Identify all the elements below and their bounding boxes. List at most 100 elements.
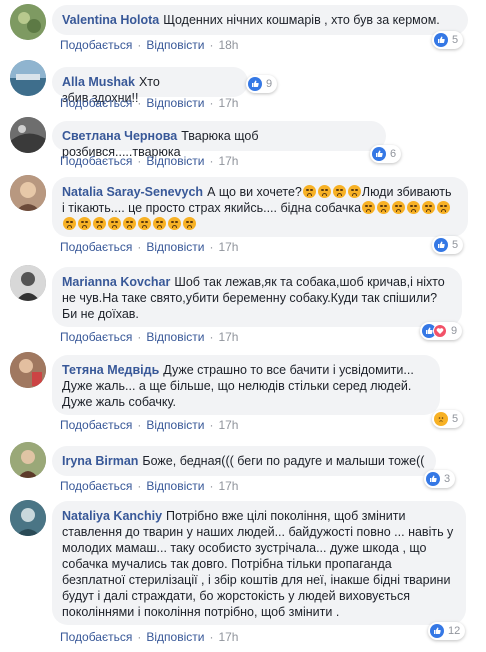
reactions-badge[interactable]: 9 [246, 75, 278, 93]
like-button[interactable]: Подобається [60, 330, 132, 344]
separator: · [137, 240, 142, 254]
comment-timestamp[interactable]: 17h [218, 154, 238, 168]
crying-emoji-icon [123, 217, 136, 230]
separator: · [137, 630, 142, 644]
comment-actions: Подобається · Відповісти · 17h [60, 479, 238, 493]
comment-author[interactable]: Светлана Чернова [62, 129, 177, 143]
avatar-image [10, 352, 46, 388]
comment-bubble: Valentina Holota Щоденних нічних кошмарів… [52, 5, 468, 35]
comment-actions: Подобається · Відповісти · 17h [60, 330, 238, 344]
reply-button[interactable]: Відповісти [146, 418, 204, 432]
avatar[interactable] [10, 117, 46, 153]
like-icon [372, 147, 386, 161]
comment-timestamp[interactable]: 17h [218, 96, 238, 110]
crying-emoji-icon [362, 201, 376, 214]
reactions-badge[interactable]: 5 [432, 31, 464, 49]
comment-timestamp[interactable]: 17h [218, 330, 238, 344]
reactions-count: 12 [448, 625, 461, 637]
avatar-image [10, 117, 46, 153]
comment-bubble: Marianna Kovchar Шоб так лежав,як та соба… [52, 267, 462, 327]
reply-button[interactable]: Відповісти [146, 38, 204, 52]
avatar[interactable] [10, 4, 46, 40]
comment-author[interactable]: Valentina Holota [62, 13, 159, 27]
avatar-image [10, 265, 46, 301]
separator: · [209, 418, 214, 432]
reactions-badge[interactable]: 9 [420, 322, 463, 340]
crying-emoji-icon [168, 217, 181, 230]
avatar-image [10, 4, 46, 40]
comment-author[interactable]: Alla Mushak [62, 75, 135, 89]
crying-emoji-icon [302, 185, 316, 198]
comment-author[interactable]: Iryna Birman [62, 454, 138, 468]
crying-emoji-icon [108, 217, 121, 230]
crying-emoji-icon [63, 217, 76, 230]
comment-bubble: Nataliya Kanchiy Потрібно вже цілі поколі… [52, 501, 466, 625]
separator: · [209, 330, 214, 344]
comment-text: Щоденних нічних кошмарів , хто був за ке… [163, 13, 440, 27]
separator: · [209, 240, 214, 254]
crying-emoji-icon [347, 185, 361, 198]
crying-emoji-icon [407, 201, 421, 214]
comment-timestamp[interactable]: 17h [218, 630, 238, 644]
comment-actions: Подобається · Відповісти · 17h [60, 630, 238, 644]
avatar[interactable] [10, 500, 46, 536]
reply-button[interactable]: Відповісти [146, 330, 204, 344]
avatar[interactable] [10, 442, 46, 478]
comment-timestamp[interactable]: 17h [218, 240, 238, 254]
reply-button[interactable]: Відповісти [146, 479, 204, 493]
avatar[interactable] [10, 265, 46, 301]
reply-button[interactable]: Відповісти [146, 240, 204, 254]
avatar-image [10, 500, 46, 536]
reply-button[interactable]: Відповісти [146, 630, 204, 644]
comment-timestamp[interactable]: 17h [218, 479, 238, 493]
comment-bubble: Natalia Saray-Senevych А що ви хочете? Люд… [52, 177, 468, 237]
like-button[interactable]: Подобається [60, 240, 132, 254]
comment-author[interactable]: Natalia Saray-Senevych [62, 185, 203, 199]
avatar[interactable] [10, 175, 46, 211]
like-button[interactable]: Подобається [60, 418, 132, 432]
avatar[interactable] [10, 60, 46, 96]
like-button[interactable]: Подобається [60, 154, 132, 168]
reactions-badge[interactable]: 12 [428, 622, 466, 640]
crying-emoji-icon [377, 201, 391, 214]
separator: · [137, 154, 142, 168]
comment-actions: Подобається · Відповісти · 17h [60, 154, 238, 168]
crying-emoji-icon [93, 217, 106, 230]
reactions-count: 9 [266, 78, 273, 90]
reply-button[interactable]: Відповісти [146, 154, 204, 168]
reactions-badge[interactable]: 5 [432, 410, 464, 428]
separator: · [137, 479, 142, 493]
separator: · [209, 479, 214, 493]
comment-author[interactable]: Marianna Kovchar [62, 275, 170, 289]
like-button[interactable]: Подобається [60, 630, 132, 644]
reactions-count: 5 [452, 239, 459, 251]
comment-actions: Подобається · Відповісти · 17h [60, 96, 238, 110]
crying-emoji-icon [332, 185, 346, 198]
reactions-badge[interactable]: 5 [432, 236, 464, 254]
comment-author[interactable]: Nataliya Kanchiy [62, 509, 162, 523]
sad-reaction-icon [434, 412, 448, 426]
comment-bubble: Тетяна Медвідь Дуже страшно то все бачити… [52, 355, 440, 415]
like-button[interactable]: Подобається [60, 38, 132, 52]
reactions-count: 9 [451, 325, 458, 337]
separator: · [209, 630, 214, 644]
reactions-badge[interactable]: 6 [370, 145, 402, 163]
like-button[interactable]: Подобається [60, 96, 132, 110]
avatar[interactable] [10, 352, 46, 388]
like-icon [434, 33, 448, 47]
like-icon [434, 238, 448, 252]
comment-bubble: Alla Mushak Хто збив,здохни!! [52, 67, 248, 105]
reply-button[interactable]: Відповісти [146, 96, 204, 110]
comment-timestamp[interactable]: 18h [218, 38, 238, 52]
reactions-count: 5 [452, 34, 459, 46]
reactions-badge[interactable]: 3 [424, 470, 456, 488]
separator: · [137, 96, 142, 110]
comment-bubble: Светлана Чернова Тварюка щоб розбився....… [52, 121, 386, 159]
crying-emoji-icon [437, 201, 451, 214]
comment-text: Потрібно вже цілі покоління, щоб змінити… [62, 509, 454, 619]
comment-actions: Подобається · Відповісти · 17h [60, 418, 238, 432]
comment-author[interactable]: Тетяна Медвідь [62, 363, 159, 377]
like-button[interactable]: Подобається [60, 479, 132, 493]
comment-timestamp[interactable]: 17h [218, 418, 238, 432]
separator: · [137, 330, 142, 344]
